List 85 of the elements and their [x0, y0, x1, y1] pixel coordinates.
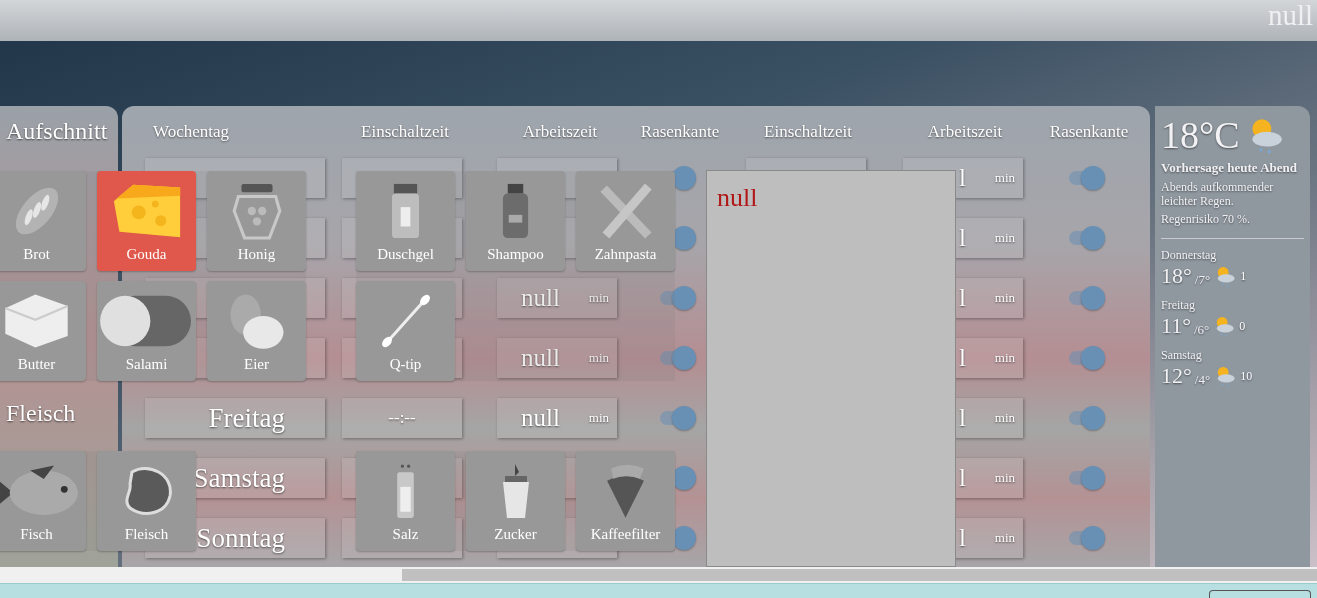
low-temperature: /7°: [1194, 272, 1211, 288]
item-tile[interactable]: Q-tip: [356, 281, 455, 381]
start-time-value: --:--: [388, 408, 416, 428]
column-header: Einschaltzeit: [763, 122, 853, 142]
item-tile[interactable]: Salami: [97, 281, 196, 381]
toggle-switch[interactable]: [1069, 225, 1105, 251]
coffee-filter-icon: [605, 462, 646, 520]
toggle-switch[interactable]: [1069, 405, 1105, 431]
duration-value: null: [521, 344, 561, 372]
unit-label: min: [994, 410, 1015, 426]
item-tile[interactable]: Fleisch: [97, 451, 196, 551]
toggle-switch[interactable]: [1069, 285, 1105, 311]
low-temperature: /6°: [1194, 322, 1210, 338]
column-header: Wochentag: [153, 122, 231, 142]
weekday-label: Samstag: [193, 462, 285, 494]
column-header: Arbeitszeit: [926, 122, 1004, 142]
column-header: Rasenkante: [1048, 122, 1130, 142]
item-tile[interactable]: Brot: [0, 171, 86, 271]
duration-value: l: [959, 464, 966, 492]
high-temperature: 18°: [1161, 263, 1192, 289]
duration-value: l: [959, 164, 966, 192]
unit-label: min: [588, 290, 609, 306]
footer-button[interactable]: [1209, 590, 1311, 598]
column-header: Rasenkante: [639, 122, 721, 142]
toggle-switch[interactable]: [660, 405, 696, 431]
unit-label: min: [994, 470, 1015, 486]
shampoo-bottle-icon: [501, 182, 530, 240]
unit-label: min: [994, 290, 1015, 306]
toggle-switch[interactable]: [1069, 165, 1105, 191]
duration-value: null: [521, 284, 561, 312]
shower-gel-bottle-icon: [390, 182, 421, 240]
sugar-dispenser-icon: [500, 462, 531, 520]
item-tile[interactable]: Zahnpasta: [576, 171, 675, 271]
column-header: Einschaltzeit: [360, 122, 450, 142]
duration-value: l: [959, 224, 966, 252]
temperature-reading: 18°C: [1161, 114, 1240, 156]
category-heading: Fleisch: [5, 400, 77, 427]
start-time-field[interactable]: --:--: [342, 398, 462, 438]
item-tile[interactable]: Eier: [207, 281, 306, 381]
unit-label: min: [994, 530, 1015, 546]
forecast-day: Donnerstag: [1161, 248, 1217, 262]
high-temperature: 12°: [1161, 363, 1192, 389]
item-tile[interactable]: Kaffeefilter: [576, 451, 675, 551]
forecast-day: Freitag: [1161, 298, 1195, 312]
low-temperature: /4°: [1194, 372, 1211, 388]
toggle-switch[interactable]: [1069, 525, 1105, 551]
category-heading: Aufschnitt: [5, 118, 109, 145]
duration-value: l: [959, 404, 966, 432]
forecast-day: Samstag: [1161, 348, 1202, 362]
butter-block-icon: [3, 292, 70, 350]
column-header: Arbeitszeit: [521, 122, 599, 142]
item-tile[interactable]: Butter: [0, 281, 86, 381]
unit-label: min: [994, 230, 1015, 246]
item-tile[interactable]: Zucker: [466, 451, 565, 551]
scrollbar-thumb[interactable]: [402, 569, 1317, 581]
weekday-label: Sonntag: [196, 522, 285, 554]
honey-jar-icon: [231, 182, 282, 240]
rain-value: 0: [1239, 318, 1246, 334]
item-tile[interactable]: Fisch: [0, 451, 86, 551]
note-text: null: [717, 183, 758, 212]
duration-field[interactable]: null min: [497, 398, 617, 438]
forecast-text: Abends aufkommender leichter Regen.: [1161, 180, 1275, 208]
unit-label: min: [588, 350, 609, 366]
high-temperature: 11°: [1161, 313, 1191, 339]
forecast-title: Vorhersage heute Abend: [1161, 160, 1299, 176]
item-tile[interactable]: Shampoo: [466, 171, 565, 271]
rain-value: 10: [1240, 368, 1253, 384]
weekday-label: Freitag: [208, 402, 285, 434]
item-tile[interactable]: Gouda: [97, 171, 196, 271]
toggle-switch[interactable]: [1069, 345, 1105, 371]
item-tile[interactable]: Duschgel: [356, 171, 455, 271]
unit-label: min: [588, 410, 609, 426]
cotton-swab-icon: [380, 292, 431, 350]
unit-label: min: [994, 350, 1015, 366]
duration-value: l: [959, 344, 966, 372]
duration-value: l: [959, 524, 966, 552]
forecast-text: Regenrisiko 70 %.: [1161, 212, 1251, 226]
duration-value: null: [521, 404, 561, 432]
horizontal-scrollbar[interactable]: [0, 567, 1317, 583]
item-tile[interactable]: Honig: [207, 171, 306, 271]
duration-value: l: [959, 284, 966, 312]
toggle-switch[interactable]: [1069, 465, 1105, 491]
rain-value: 1: [1240, 268, 1247, 284]
unit-label: min: [994, 170, 1015, 186]
item-tile[interactable]: Salz: [356, 451, 455, 551]
